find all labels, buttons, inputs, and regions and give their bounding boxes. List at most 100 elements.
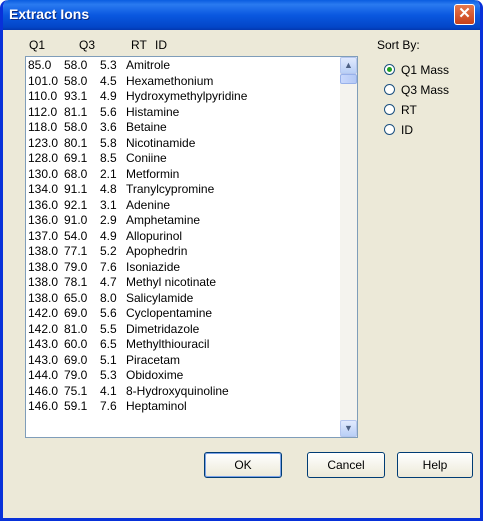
rt-cell: 4.9: [100, 228, 117, 243]
q3-cell: 93.1: [64, 89, 88, 103]
rt-cell: 8.5: [100, 151, 117, 165]
list-item[interactable]: 143.0 69.0 5.1 Piracetam: [28, 353, 340, 369]
rt-cell: 5.8: [100, 135, 117, 150]
id-cell: Coniine: [126, 151, 167, 165]
list-item[interactable]: 138.0 79.0 7.6 Isoniazide: [28, 260, 340, 276]
list-scrollbar[interactable]: ▲ ▼: [340, 57, 357, 437]
radio-q3-mass[interactable]: [384, 84, 395, 96]
scroll-down-button[interactable]: ▼: [340, 420, 357, 437]
column-header-rt: RT: [131, 38, 147, 52]
sort-option-label: ID: [401, 122, 413, 137]
q1-cell: 110.0: [28, 89, 58, 103]
list-item[interactable]: 142.0 81.0 5.5 Dimetridazole: [28, 322, 340, 338]
sort-option-label: Q1 Mass: [401, 62, 450, 77]
q1-cell: 146.0: [28, 399, 59, 413]
sort-option-q3-mass[interactable]: Q3 Mass: [384, 81, 449, 97]
q1-cell: 143.0: [28, 337, 59, 351]
q3-cell: 60.0: [64, 337, 88, 351]
scroll-up-button[interactable]: ▲: [340, 57, 357, 74]
close-button[interactable]: ✕: [454, 4, 475, 25]
rt-cell: 4.1: [100, 383, 117, 398]
list-item[interactable]: 128.0 69.1 8.5 Coniine: [28, 151, 340, 167]
rt-cell: 4.8: [100, 182, 117, 196]
q3-cell: 69.0: [64, 306, 88, 320]
q1-cell: 123.0: [28, 135, 59, 150]
id-cell: Methyl nicotinate: [126, 275, 217, 289]
q1-cell: 112.0: [28, 104, 58, 119]
id-cell: Obidoxime: [126, 368, 184, 382]
radio-q1-mass[interactable]: [384, 64, 395, 76]
ion-list[interactable]: 85.0 58.0 5.3 Amitrole 101.0 58.0 4.5 Hexametho…: [25, 56, 358, 438]
rt-cell: 2.1: [100, 166, 117, 181]
rt-cell: 6.5: [100, 337, 117, 351]
id-cell: Amitrole: [126, 58, 171, 72]
q3-cell: 91.1: [64, 182, 88, 196]
rt-cell: 5.3: [100, 58, 117, 72]
rt-cell: 4.7: [100, 275, 117, 289]
list-item[interactable]: 85.0 58.0 5.3 Amitrole: [28, 58, 340, 74]
list-item[interactable]: 146.0 59.1 7.6 Heptaminol: [28, 399, 340, 415]
id-cell: Hexamethonium: [126, 73, 214, 88]
cancel-button[interactable]: Cancel: [307, 452, 385, 478]
sort-option-id[interactable]: ID: [384, 121, 413, 137]
id-cell: Nicotinamide: [126, 135, 196, 150]
ion-list-rows: 85.0 58.0 5.3 Amitrole 101.0 58.0 4.5 Hexametho…: [26, 57, 340, 437]
q1-cell: 138.0: [28, 290, 59, 305]
rt-cell: 5.5: [100, 321, 117, 336]
id-cell: Isoniazide: [126, 259, 181, 274]
q1-cell: 138.0: [28, 275, 59, 289]
list-item[interactable]: 123.0 80.1 5.8 Nicotinamide: [28, 136, 340, 152]
q3-cell: 79.0: [64, 368, 88, 382]
list-item[interactable]: 144.0 79.0 5.3 Obidoxime: [28, 368, 340, 384]
sort-option-label: RT: [401, 102, 417, 117]
arrow-down-icon: ▼: [344, 423, 353, 433]
radio-rt[interactable]: [384, 104, 395, 116]
q3-cell: 81.0: [64, 321, 88, 336]
q1-cell: 118.0: [28, 120, 58, 134]
column-header-q1: Q1: [29, 38, 46, 52]
q3-cell: 77.1: [64, 244, 88, 258]
ok-button[interactable]: OK: [204, 452, 282, 478]
rt-cell: 8.0: [100, 290, 117, 305]
sort-option-q1-mass[interactable]: Q1 Mass: [384, 61, 449, 77]
list-item[interactable]: 110.0 93.1 4.9 Hydroxymethylpyridine: [28, 89, 340, 105]
list-item[interactable]: 137.0 54.0 4.9 Allopurinol: [28, 229, 340, 245]
list-item[interactable]: 101.0 58.0 4.5 Hexamethonium: [28, 74, 340, 90]
title-bar[interactable]: Extract Ions ✕: [3, 0, 480, 30]
list-item[interactable]: 146.0 75.1 4.1 8-Hydroxyquinoline: [28, 384, 340, 400]
q3-cell: 92.1: [64, 197, 88, 212]
radio-id[interactable]: [384, 124, 395, 136]
sort-by-label: Sort By:: [377, 38, 420, 52]
list-item[interactable]: 136.0 91.0 2.9 Amphetamine: [28, 213, 340, 229]
q1-cell: 146.0: [28, 383, 59, 398]
list-item[interactable]: 138.0 78.1 4.7 Methyl nicotinate: [28, 275, 340, 291]
rt-cell: 5.3: [100, 368, 117, 382]
q3-cell: 65.0: [64, 290, 88, 305]
id-cell: Hydroxymethylpyridine: [126, 89, 248, 103]
list-item[interactable]: 142.0 69.0 5.6 Cyclopentamine: [28, 306, 340, 322]
list-item[interactable]: 143.0 60.0 6.5 Methylthiouracil: [28, 337, 340, 353]
q1-cell: 130.0: [28, 166, 59, 181]
id-cell: Apophedrin: [126, 244, 188, 258]
list-item[interactable]: 136.0 92.1 3.1 Adenine: [28, 198, 340, 214]
sort-option-rt[interactable]: RT: [384, 101, 417, 117]
q3-cell: 79.0: [64, 259, 88, 274]
list-item[interactable]: 112.0 81.1 5.6 Histamine: [28, 105, 340, 121]
rt-cell: 7.6: [100, 399, 117, 413]
list-item[interactable]: 138.0 65.0 8.0 Salicylamide: [28, 291, 340, 307]
rt-cell: 2.9: [100, 213, 117, 227]
list-item[interactable]: 134.0 91.1 4.8 Tranylcypromine: [28, 182, 340, 198]
extract-ions-dialog: Extract Ions ✕ Q1 Q3 RT ID 85.0 58.0 5.3 Am…: [0, 0, 483, 521]
q1-cell: 138.0: [28, 259, 59, 274]
q3-cell: 54.0: [64, 228, 88, 243]
list-item[interactable]: 118.0 58.0 3.6 Betaine: [28, 120, 340, 136]
id-cell: Methylthiouracil: [126, 337, 210, 351]
id-cell: Amphetamine: [126, 213, 201, 227]
help-button[interactable]: Help: [397, 452, 473, 478]
scroll-thumb[interactable]: [340, 74, 357, 84]
rt-cell: 5.1: [100, 352, 117, 367]
list-item[interactable]: 130.0 68.0 2.1 Metformin: [28, 167, 340, 183]
q3-cell: 68.0: [64, 166, 88, 181]
list-item[interactable]: 138.0 77.1 5.2 Apophedrin: [28, 244, 340, 260]
q1-cell: 134.0: [28, 182, 59, 196]
